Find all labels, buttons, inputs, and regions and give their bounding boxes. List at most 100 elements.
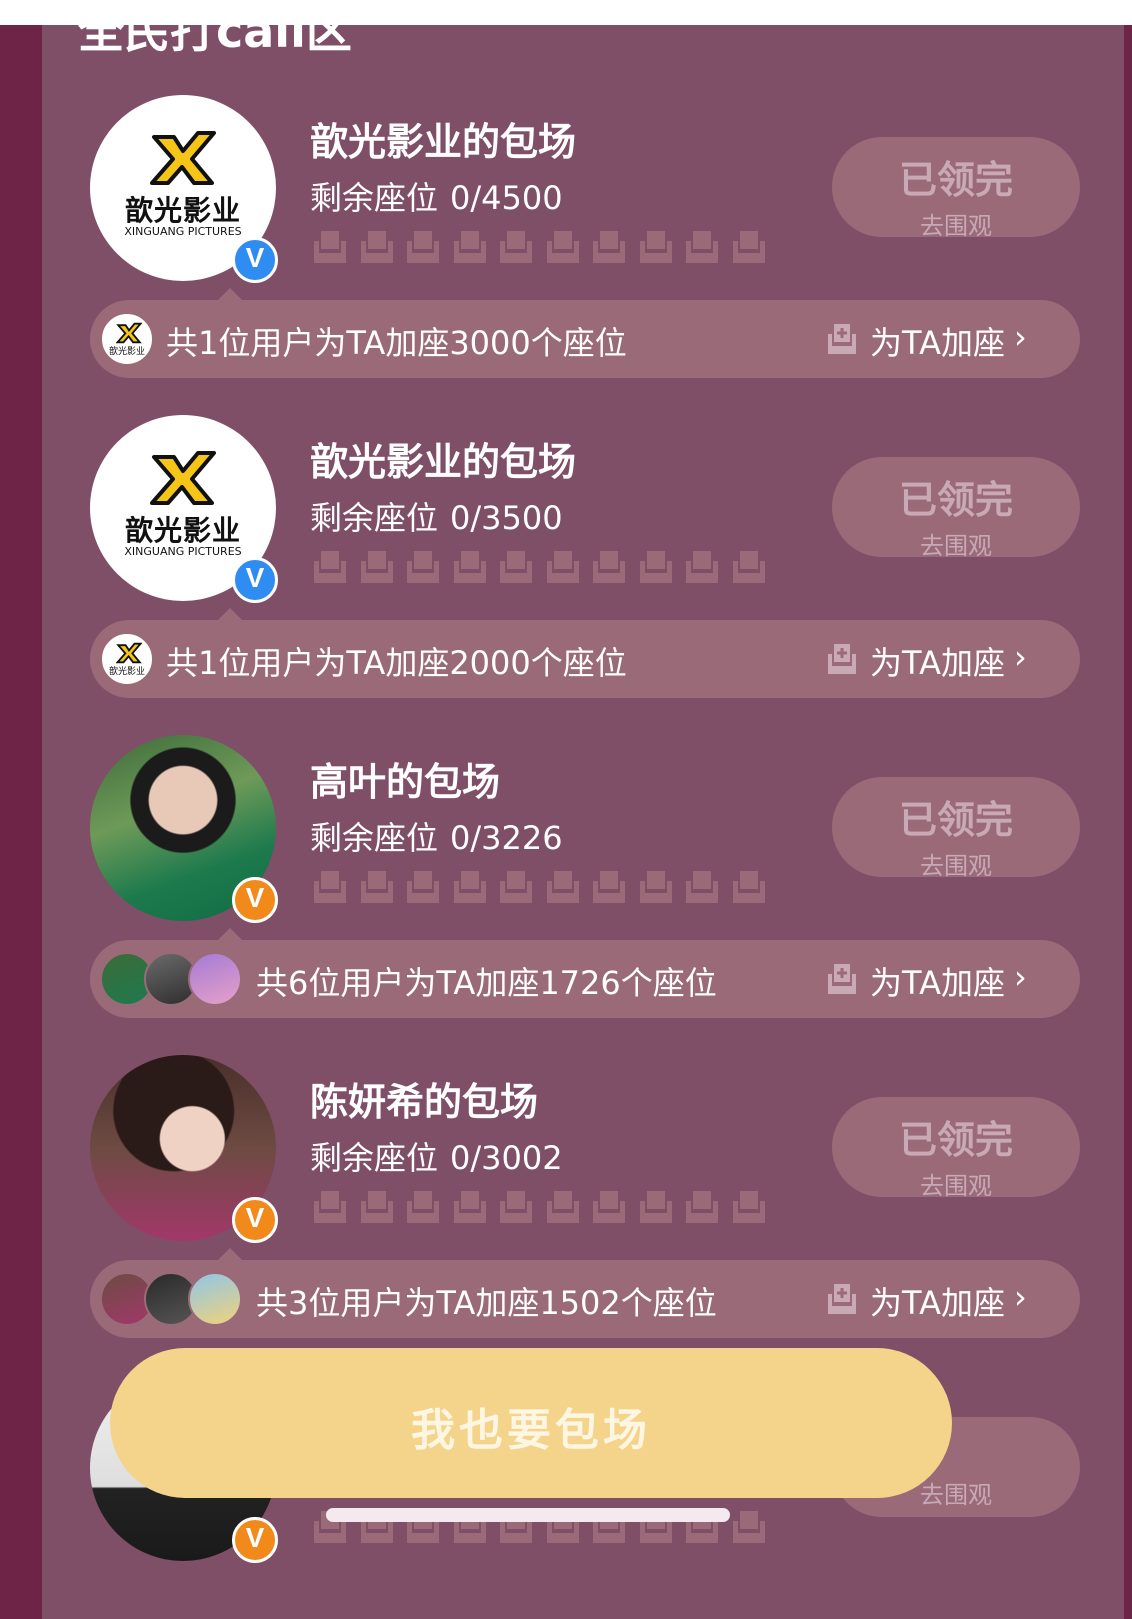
seat-icon [314,871,346,903]
add-seat-label: 为TA加座 [870,644,1005,682]
supporter-avatar [188,952,242,1006]
seat-icon [500,1191,532,1223]
verified-badge-icon: V [232,557,278,603]
add-seat-button[interactable]: 为TA加座 › [822,1278,1052,1322]
card-title: 高叶的包场 [310,760,501,804]
support-bar[interactable]: 共6位用户为TA加座1726个座位 为TA加座 › [90,940,1080,1018]
seat-icon [639,1191,672,1223]
supporter-avatar [188,1272,242,1326]
logo-text-en: XINGUANG PICTURES [124,225,242,238]
claimed-label: 已领完 [898,478,1013,522]
seat-icon [732,231,765,263]
watch-label: 去围观 [920,212,992,240]
book-venue-button[interactable]: 我也要包场 [110,1348,952,1498]
seat-icon [453,1191,486,1223]
seat-icon [546,871,579,903]
seat-icon [500,871,532,903]
seat-icon [639,551,672,583]
venue-card[interactable]: 歆光影业 XINGUANG PICTURES V 歆光影业的包场 剩余座位 0/3… [42,415,1124,715]
claimed-label: 已领完 [898,158,1013,202]
card-title: 陈妍希的包场 [310,1080,539,1124]
seat-icon [360,551,393,583]
seat-icon [593,871,625,903]
pointer-arrow [218,1248,242,1260]
seat-icon [686,1191,718,1223]
seat-remaining: 剩余座位 0/3500 [310,493,563,539]
claimed-label: 已领完 [898,798,1013,842]
book-venue-label: 我也要包场 [411,1405,651,1456]
support-bar[interactable]: 共3位用户为TA加座1502个座位 为TA加座 › [90,1260,1080,1338]
seat-count: 0/3002 [450,1139,563,1177]
logo-text-cn: 歆光影业 [124,194,241,227]
support-bar[interactable]: 歆光影业 共1位用户为TA加座3000个座位 为TA加座 › [90,300,1080,378]
claimed-button[interactable]: 已领完 去围观 [832,457,1080,560]
venue-card[interactable]: V 陈妍希的包场 剩余座位 0/3002 已领完 去围观 共3位用户为TA加座15… [42,1055,1124,1355]
seat-icon [407,871,439,903]
seat-icon-row [310,227,780,267]
seat-icon [314,231,346,263]
avatar[interactable]: 歆光影业 XINGUANG PICTURES V [90,95,278,300]
seat-icon [546,551,579,583]
claimed-button[interactable]: 已领完 去围观 [832,777,1080,880]
seat-icon [546,231,579,263]
avatar[interactable]: 歆光影业 XINGUANG PICTURES V [90,415,278,620]
support-summary: 共6位用户为TA加座1726个座位 [256,964,717,1002]
add-seat-button[interactable]: 为TA加座 › [822,958,1052,1002]
section-heading: 全民打call区 [78,25,352,58]
verified-badge-icon: V [232,237,278,283]
add-seat-icon [828,1284,856,1314]
verified-badge-icon: V [232,1197,278,1243]
avatar[interactable]: V [90,735,278,940]
seat-icon [593,231,625,263]
seat-label: 剩余座位 [310,179,439,217]
seat-icon [500,551,532,583]
logo-text-cn: 歆光影业 [124,514,241,547]
watch-label: 去围观 [920,1172,992,1200]
seat-icon [360,231,393,263]
pointer-arrow [218,928,242,940]
seat-icon [732,871,765,903]
add-seat-label: 为TA加座 [870,324,1005,362]
seat-icon [686,231,718,263]
seat-icon [314,551,346,583]
seat-count: 0/4500 [450,179,563,217]
add-seat-icon [828,644,856,674]
add-seat-button[interactable]: 为TA加座 › [822,638,1052,682]
avatar[interactable]: V [90,1055,278,1260]
add-seat-label: 为TA加座 [870,964,1005,1002]
seat-icon-row [310,547,780,587]
claimed-label: 已领完 [898,1118,1013,1162]
seat-icon [407,231,439,263]
verified-badge-icon: V [232,1517,278,1563]
seat-icon [593,551,625,583]
supporter-avatar: 歆光影业 [100,312,154,366]
seat-label: 剩余座位 [310,819,439,857]
seat-icon [314,1191,346,1223]
add-seat-button[interactable]: 为TA加座 › [822,318,1052,362]
venue-card[interactable]: 歆光影业 XINGUANG PICTURES V 歆光影业的包场 剩余座位 0/4… [42,95,1124,395]
claimed-button[interactable]: 已领完 去围观 [832,1097,1080,1200]
supporter-avatar: 歆光影业 [100,632,154,686]
chevron-right-icon: › [1014,318,1027,356]
seat-icon [407,551,439,583]
watch-label: 去围观 [920,532,992,560]
support-bar[interactable]: 歆光影业 共1位用户为TA加座2000个座位 为TA加座 › [90,620,1080,698]
add-seat-icon [828,324,856,354]
add-seat-label: 为TA加座 [870,1284,1005,1322]
xinguang-logo-icon [150,451,216,505]
support-summary: 共1位用户为TA加座2000个座位 [166,644,627,682]
chevron-right-icon: › [1014,958,1027,996]
seat-label: 剩余座位 [310,1139,439,1177]
venue-card[interactable]: V 高叶的包场 剩余座位 0/3226 已领完 去围观 共6位用户为TA加座172… [42,735,1124,1035]
chevron-right-icon: › [1014,1278,1027,1316]
claimed-button[interactable]: 已领完 去围观 [832,137,1080,240]
seat-icon [360,1191,393,1223]
seat-icon [453,231,486,263]
seat-icon [732,1511,765,1543]
seat-icon [360,871,393,903]
seat-icon-row [310,1187,780,1227]
seat-remaining: 剩余座位 0/4500 [310,173,563,219]
seat-icon [500,231,532,263]
seat-remaining: 剩余座位 0/3226 [310,813,563,859]
card-title: 歆光影业的包场 [310,120,577,164]
